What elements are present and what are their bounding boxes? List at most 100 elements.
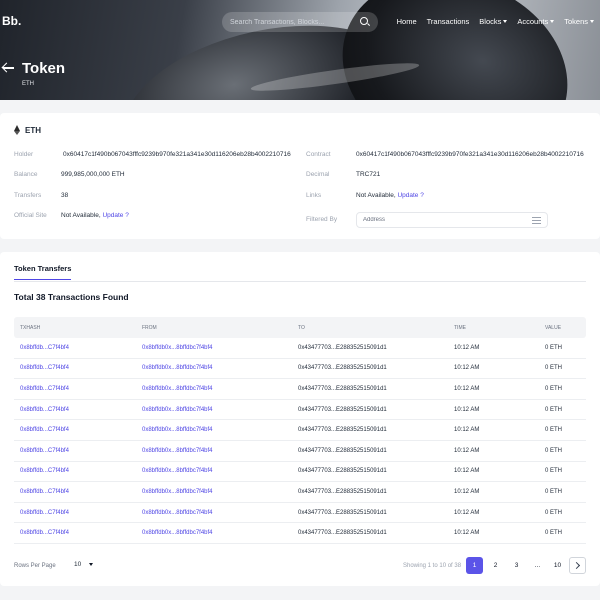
page-button-10[interactable]: 10 xyxy=(549,557,566,574)
page-title: Token xyxy=(22,60,66,77)
value-cell: 0 ETH xyxy=(545,385,563,392)
logo[interactable]: Bb. xyxy=(2,14,21,28)
value-cell: 0 ETH xyxy=(545,530,563,537)
page-button-2[interactable]: 2 xyxy=(487,557,504,574)
chevron-down-icon xyxy=(503,20,508,23)
top-nav: Home Transactions Blocks Accounts Tokens xyxy=(397,17,594,26)
rows-per-page-select[interactable]: 10 xyxy=(68,556,104,572)
nav-item-accounts[interactable]: Accounts xyxy=(517,17,555,26)
from-address-link[interactable]: 0x8bffdb0x...8bffdbc7f4bf4 xyxy=(142,407,213,413)
nav-item-blocks[interactable]: Blocks xyxy=(479,17,508,26)
to-address: 0x43477703...E288352515091d1 xyxy=(298,509,387,516)
to-address: 0x43477703...E288352515091d1 xyxy=(298,447,387,454)
decimal-row: Decimal TRC721 xyxy=(306,170,381,178)
to-address: 0x43477703...E288352515091d1 xyxy=(298,406,387,413)
back-arrow-icon[interactable] xyxy=(2,62,14,74)
value-cell: 0 ETH xyxy=(545,406,563,413)
contract-row: Contract 0x60417c1f490b067043fffc9239b97… xyxy=(306,150,584,158)
address-filter-input[interactable] xyxy=(363,217,523,223)
ethereum-icon xyxy=(14,125,21,135)
value-cell: 0 ETH xyxy=(545,365,563,372)
page-button-1[interactable]: 1 xyxy=(466,557,483,574)
chevron-down-icon xyxy=(89,562,94,566)
tab-divider xyxy=(14,281,586,282)
chevron-right-icon xyxy=(572,561,581,570)
from-address-link[interactable]: 0x8bffdb0x...8bffdbc7f4bf4 xyxy=(142,468,213,474)
from-address-link[interactable]: 0x8bffdb0x...8bffdbc7f4bf4 xyxy=(142,386,213,392)
page-button-3[interactable]: 3 xyxy=(508,557,525,574)
time-cell: 10:12 AM xyxy=(454,447,480,454)
holder-address-link[interactable]: 0x60417c1f490b067043fffc9239b970fe321a34… xyxy=(63,151,291,158)
next-page-button[interactable] xyxy=(569,557,586,574)
to-address: 0x43477703...E288352515091d1 xyxy=(298,468,387,475)
table-row: 0x8bffdb...C7f4bf4 0x8bffdb0x...8bffdbc7f… xyxy=(14,338,586,359)
column-header-value: VALUE xyxy=(545,324,562,331)
to-address: 0x43477703...E288352515091d1 xyxy=(298,365,387,372)
nav-item-tokens[interactable]: Tokens xyxy=(564,17,594,26)
txhash-link[interactable]: 0x8bffdb...C7f4bf4 xyxy=(20,386,69,392)
balance-row: Balance 999,985,000,000 ETH xyxy=(14,170,125,178)
table-row: 0x8bffdb...C7f4bf4 0x8bffdb0x...8bffdbc7f… xyxy=(14,379,586,400)
from-address-link[interactable]: 0x8bffdb0x...8bffdbc7f4bf4 xyxy=(142,530,213,536)
txhash-link[interactable]: 0x8bffdb...C7f4bf4 xyxy=(20,468,69,474)
value-cell: 0 ETH xyxy=(545,468,563,475)
column-header-to: TO xyxy=(298,324,305,331)
value-cell: 0 ETH xyxy=(545,427,563,434)
table-row: 0x8bffdb...C7f4bf4 0x8bffdb0x...8bffdbc7f… xyxy=(14,482,586,503)
holder-row: Holder 0x60417c1f490b067043fffc9239b970f… xyxy=(14,150,291,158)
txhash-link[interactable]: 0x8bffdb...C7f4bf4 xyxy=(20,365,69,371)
time-cell: 10:12 AM xyxy=(454,344,480,351)
search-bar[interactable] xyxy=(222,12,378,32)
search-icon[interactable] xyxy=(360,17,370,27)
from-address-link[interactable]: 0x8bffdb0x...8bffdbc7f4bf4 xyxy=(142,345,213,351)
from-address-link[interactable]: 0x8bffdb0x...8bffdbc7f4bf4 xyxy=(142,489,213,495)
time-cell: 10:12 AM xyxy=(454,406,480,413)
page-ellipsis: ... xyxy=(534,562,541,569)
update-official-site-link[interactable]: Update ? xyxy=(102,212,128,219)
time-cell: 10:12 AM xyxy=(454,385,480,392)
value-cell: 0 ETH xyxy=(545,509,563,516)
from-address-link[interactable]: 0x8bffdb0x...8bffdbc7f4bf4 xyxy=(142,365,213,371)
time-cell: 10:12 AM xyxy=(454,488,480,495)
contract-address-link[interactable]: 0x60417c1f490b067043fffc9239b970fe321a34… xyxy=(356,151,584,158)
txhash-link[interactable]: 0x8bffdb...C7f4bf4 xyxy=(20,530,69,536)
nav-item-transactions[interactable]: Transactions xyxy=(427,17,470,26)
txhash-link[interactable]: 0x8bffdb...C7f4bf4 xyxy=(20,407,69,413)
rows-per-page-label: Rows Per Page xyxy=(14,563,56,569)
table-row: 0x8bffdb...C7f4bf4 0x8bffdb0x...8bffdbc7f… xyxy=(14,400,586,421)
address-filter[interactable] xyxy=(356,212,548,228)
from-address-link[interactable]: 0x8bffdb0x...8bffdbc7f4bf4 xyxy=(142,448,213,454)
tab-token-transfers[interactable]: Token Transfers xyxy=(14,264,72,280)
from-address-link[interactable]: 0x8bffdb0x...8bffdbc7f4bf4 xyxy=(142,427,213,433)
txhash-link[interactable]: 0x8bffdb...C7f4bf4 xyxy=(20,510,69,516)
table-row: 0x8bffdb...C7f4bf4 0x8bffdb0x...8bffdbc7f… xyxy=(14,420,586,441)
value-cell: 0 ETH xyxy=(545,344,563,351)
to-address: 0x43477703...E288352515091d1 xyxy=(298,427,387,434)
links-row: Links Not Available, Update ? xyxy=(306,191,424,199)
to-address: 0x43477703...E288352515091d1 xyxy=(298,385,387,392)
txhash-link[interactable]: 0x8bffdb...C7f4bf4 xyxy=(20,345,69,351)
filter-sliders-icon[interactable] xyxy=(532,216,541,224)
update-links-link[interactable]: Update ? xyxy=(397,192,423,199)
txhash-link[interactable]: 0x8bffdb...C7f4bf4 xyxy=(20,489,69,495)
table-row: 0x8bffdb...C7f4bf4 0x8bffdb0x...8bffdbc7f… xyxy=(14,359,586,380)
table-row: 0x8bffdb...C7f4bf4 0x8bffdb0x...8bffdbc7f… xyxy=(14,462,586,483)
page-subtitle: ETH xyxy=(22,81,34,87)
search-input[interactable] xyxy=(230,18,356,26)
column-header-time: TIME xyxy=(454,324,466,331)
value-cell: 0 ETH xyxy=(545,488,563,495)
to-address: 0x43477703...E288352515091d1 xyxy=(298,530,387,537)
txhash-link[interactable]: 0x8bffdb...C7f4bf4 xyxy=(20,448,69,454)
time-cell: 10:12 AM xyxy=(454,509,480,516)
table-row: 0x8bffdb...C7f4bf4 0x8bffdb0x...8bffdbc7f… xyxy=(14,523,586,544)
table-row: 0x8bffdb...C7f4bf4 0x8bffdb0x...8bffdbc7f… xyxy=(14,441,586,462)
value-cell: 0 ETH xyxy=(545,447,563,454)
table-row: 0x8bffdb...C7f4bf4 0x8bffdb0x...8bffdbc7f… xyxy=(14,503,586,524)
txhash-link[interactable]: 0x8bffdb...C7f4bf4 xyxy=(20,427,69,433)
nav-item-home[interactable]: Home xyxy=(397,17,417,26)
official-site-row: Official Site Not Available, Update ? xyxy=(14,211,129,219)
to-address: 0x43477703...E288352515091d1 xyxy=(298,488,387,495)
chevron-down-icon xyxy=(550,20,555,23)
chevron-down-icon xyxy=(590,20,594,23)
from-address-link[interactable]: 0x8bffdb0x...8bffdbc7f4bf4 xyxy=(142,510,213,516)
